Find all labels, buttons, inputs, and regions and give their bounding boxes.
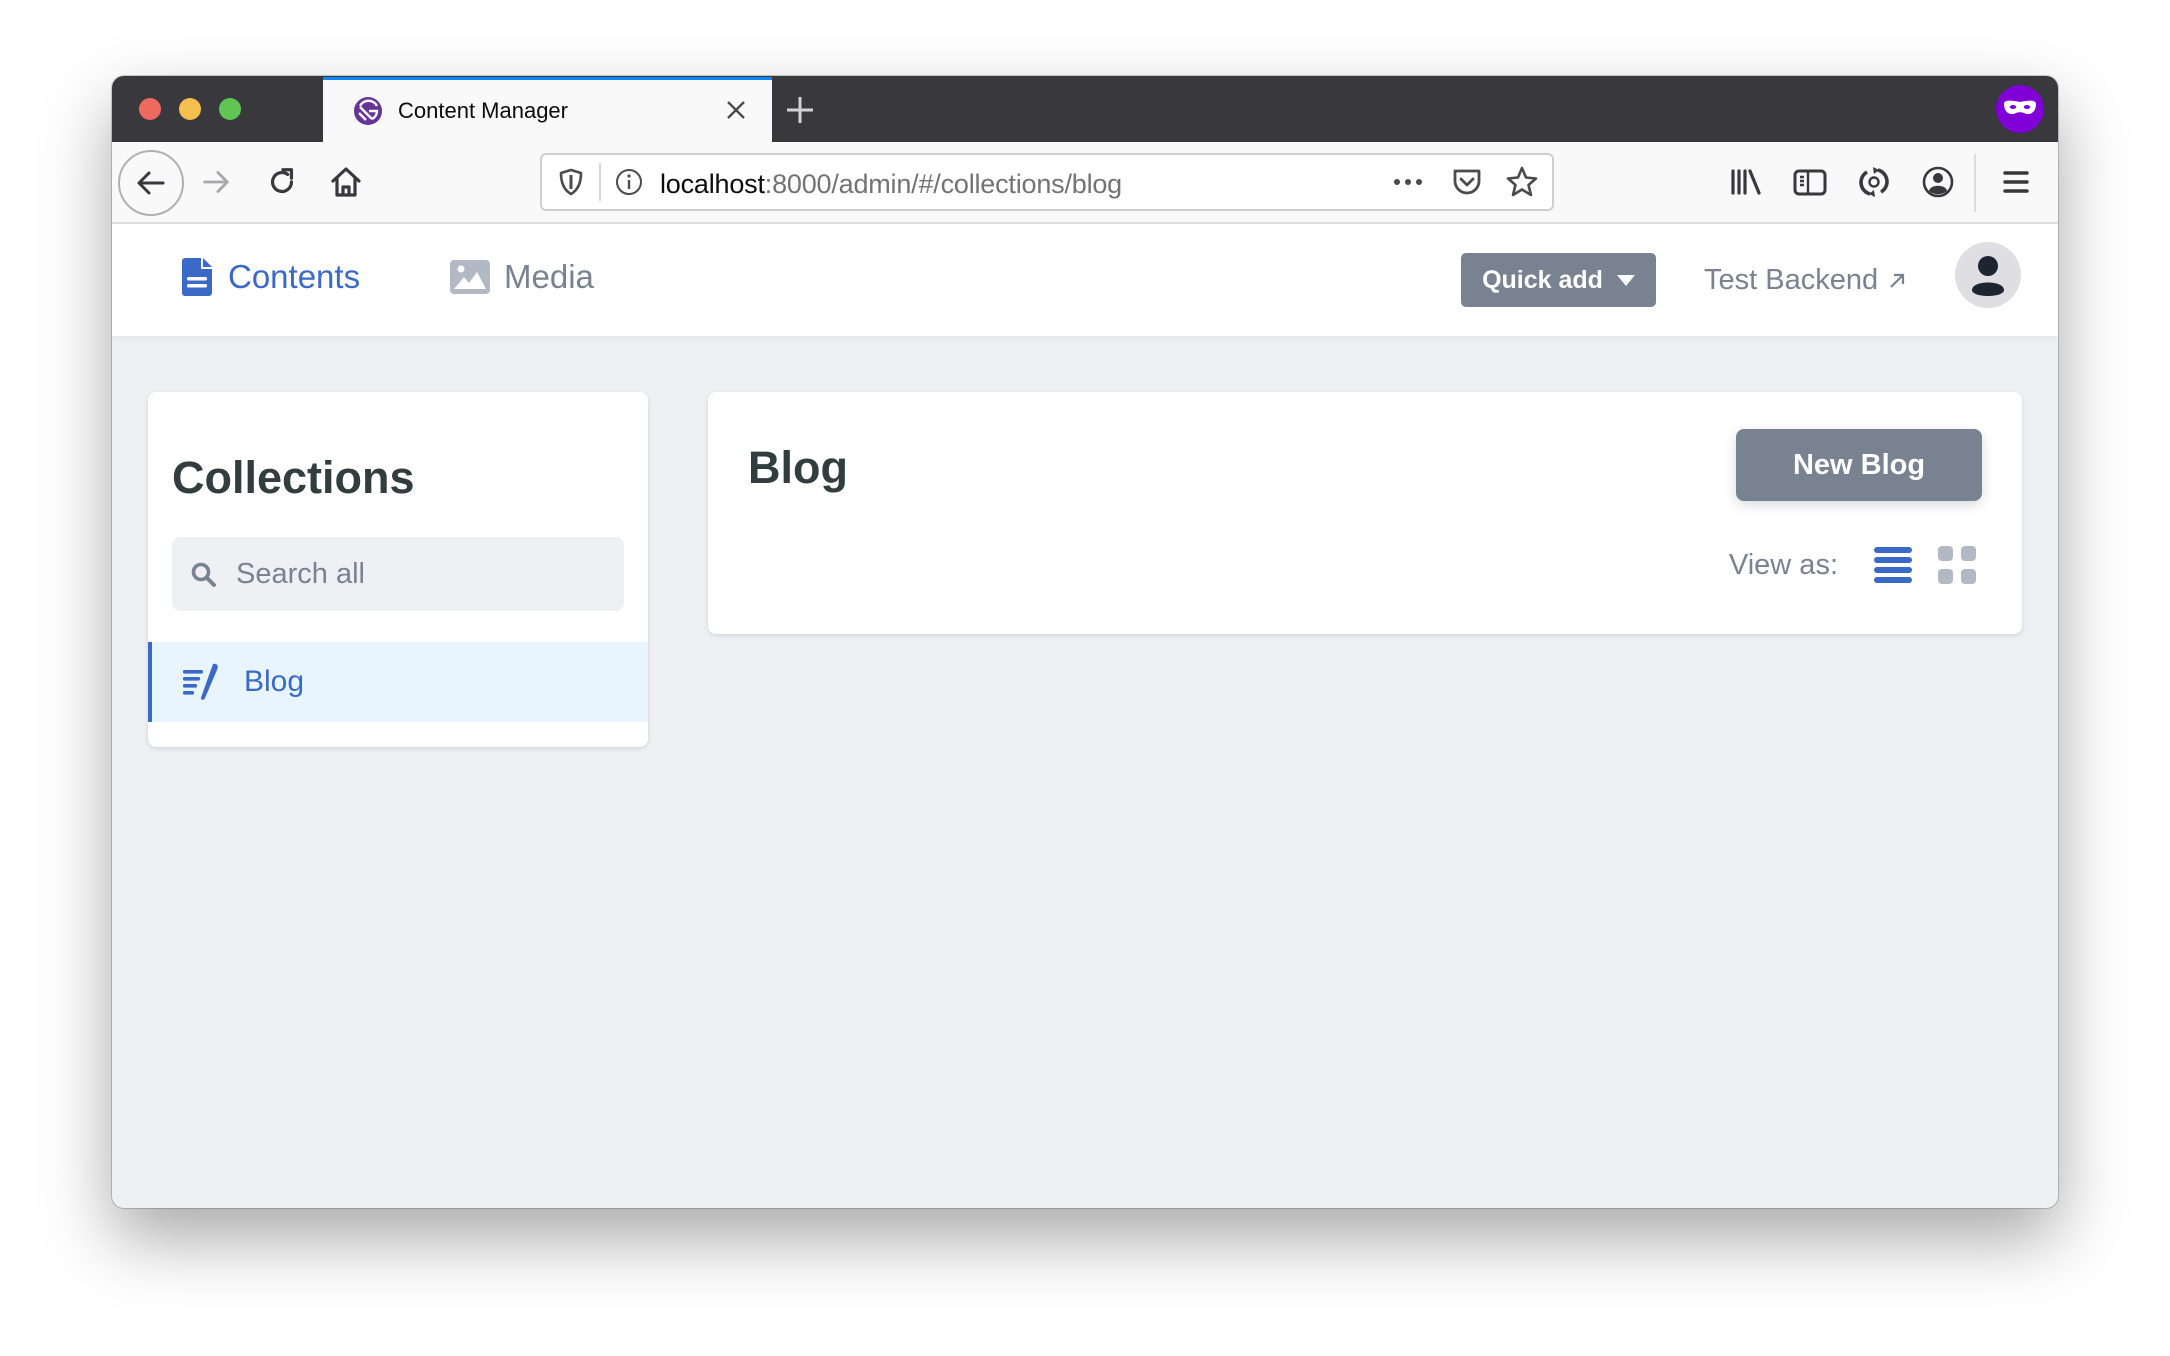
app-menu-button[interactable] (1992, 158, 2040, 206)
external-link-icon (1890, 273, 1905, 288)
collections-sidebar: Collections Blog (148, 392, 648, 747)
search-icon (191, 562, 216, 587)
nav-media[interactable]: Media (450, 258, 594, 296)
forward-button[interactable] (192, 158, 240, 206)
maximize-window-button[interactable] (219, 98, 241, 120)
new-entry-button[interactable]: New Blog (1736, 429, 1982, 501)
url-host: localhost (660, 169, 765, 199)
close-window-button[interactable] (139, 98, 161, 120)
nav-contents-label: Contents (228, 258, 361, 295)
test-backend-link[interactable]: Test Backend (1704, 264, 1906, 297)
page-actions-icon[interactable] (1390, 167, 1426, 197)
collections-title: Collections (172, 452, 415, 503)
quick-add-button[interactable]: Quick add (1461, 253, 1656, 307)
browser-tab[interactable]: Content Manager (323, 77, 772, 142)
browser-toolbar: localhost:8000/admin/#/collections/blog (112, 142, 2058, 224)
user-icon (1972, 256, 2004, 296)
app-header: Contents Media Quick add Test Backend (112, 224, 2058, 336)
search-input[interactable] (236, 537, 606, 611)
view-as-label: View as: (1728, 548, 1838, 581)
new-tab-icon[interactable] (782, 92, 818, 128)
account-button[interactable] (1914, 158, 1962, 206)
reload-icon (270, 168, 294, 194)
collection-item-blog[interactable]: Blog (148, 642, 648, 722)
close-tab-icon[interactable] (720, 94, 752, 126)
nav-contents[interactable]: Contents (182, 258, 360, 296)
forward-icon (203, 171, 229, 193)
url-text[interactable]: localhost:8000/admin/#/collections/blog (660, 169, 1122, 200)
image-icon (450, 260, 490, 294)
tab-bar: Content Manager (112, 76, 2058, 142)
url-bar[interactable]: localhost:8000/admin/#/collections/blog (540, 153, 1554, 211)
account-icon (1922, 166, 1954, 198)
list-view-icon[interactable] (1874, 546, 1912, 584)
user-avatar[interactable] (1955, 242, 2021, 308)
nav-media-label: Media (504, 258, 594, 295)
toolbar-divider (1974, 154, 1976, 212)
blog-icon (183, 663, 218, 700)
sidebar-button[interactable] (1786, 158, 1834, 206)
tracking-protection-icon[interactable] (556, 167, 586, 197)
pocket-icon[interactable] (1450, 165, 1484, 199)
view-as-control: View as: (1729, 546, 1976, 584)
collection-title: Blog (748, 442, 848, 493)
back-icon (137, 171, 165, 195)
gatsby-icon (354, 97, 382, 125)
back-button[interactable] (118, 150, 184, 216)
site-info-icon[interactable] (614, 167, 644, 197)
home-icon (331, 167, 361, 197)
library-icon (1731, 169, 1761, 195)
quick-add-label: Quick add (1482, 265, 1603, 294)
minimize-window-button[interactable] (179, 98, 201, 120)
collection-header-card: Blog New Blog View as: (708, 392, 2022, 634)
sync-icon (1859, 167, 1889, 197)
grid-view-icon[interactable] (1938, 546, 1976, 584)
home-button[interactable] (322, 158, 370, 206)
library-button[interactable] (1722, 158, 1770, 206)
reload-button[interactable] (258, 158, 306, 206)
test-backend-label: Test Backend (1704, 264, 1879, 296)
url-path: :8000/admin/#/collections/blog (764, 169, 1123, 199)
menu-icon (2003, 171, 2029, 193)
search-box[interactable] (172, 537, 624, 611)
caret-down-icon (1616, 274, 1635, 286)
sidebar-icon (1793, 169, 1827, 196)
document-icon (182, 258, 212, 296)
tab-title: Content Manager (398, 98, 568, 123)
url-bar-separator (599, 163, 601, 201)
bookmark-star-icon[interactable] (1504, 164, 1540, 200)
collection-item-label: Blog (244, 665, 305, 698)
sync-button[interactable] (1850, 158, 1898, 206)
browser-window: Content Manager localhost:8000/admin/#/c… (112, 76, 2058, 1208)
private-browsing-icon (1996, 85, 2044, 133)
